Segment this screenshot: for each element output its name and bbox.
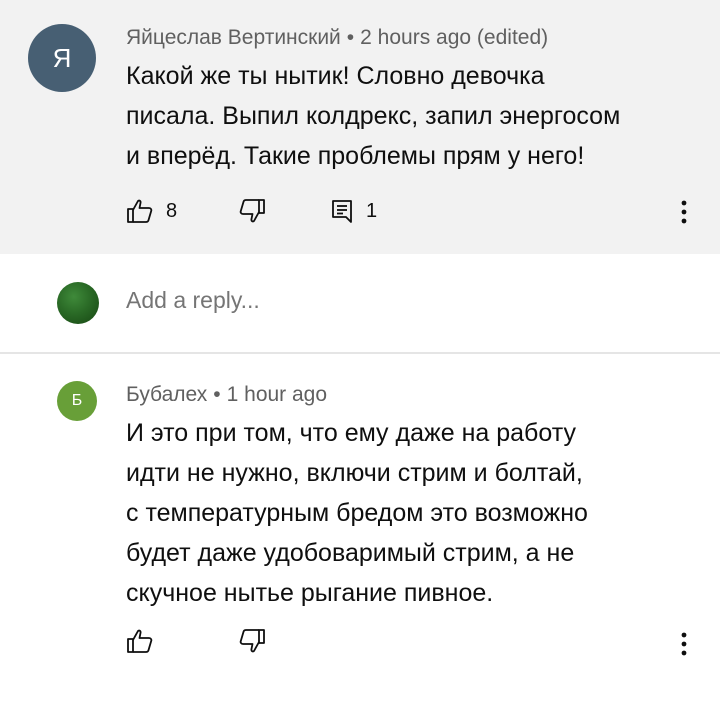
reply-count: 1 [366, 199, 378, 222]
like-count: 8 [166, 199, 178, 222]
reply-composer [0, 254, 720, 354]
reply-button[interactable]: 1 [330, 198, 377, 224]
timestamp[interactable]: 2 hours ago [360, 26, 471, 49]
reply-input[interactable] [126, 287, 422, 314]
more-vert-icon[interactable] [672, 197, 696, 227]
thumb-up-icon [127, 199, 153, 223]
dislike-button[interactable] [238, 198, 330, 224]
avatar[interactable]: Я [28, 24, 96, 92]
like-button[interactable] [126, 628, 238, 654]
timestamp[interactable]: 1 hour ago [227, 383, 327, 406]
comment-meta: Яйцеслав Вертинский • 2 hours ago (edited) [126, 26, 548, 50]
author-name[interactable]: Бубалех [126, 383, 207, 406]
more-vert-icon[interactable] [672, 629, 696, 659]
separator-dot: • [213, 383, 221, 406]
dislike-button[interactable] [238, 628, 330, 654]
separator-dot: • [346, 26, 355, 49]
comment-icon [332, 200, 352, 223]
avatar[interactable]: Б [57, 381, 97, 421]
thumb-down-icon [239, 629, 265, 653]
like-button[interactable]: 8 [126, 198, 238, 224]
comment-text: Какой же ты нытик! Словно девочка писала… [126, 62, 621, 170]
author-name[interactable]: Яйцеслав Вертинский [126, 26, 341, 49]
avatar [57, 282, 99, 324]
comment-actions: 8 1 [126, 196, 377, 226]
comment-meta: Бубалех • 1 hour ago [126, 383, 327, 407]
comment-card: Б Бубалех • 1 hour ago И это при том, что … [0, 356, 720, 709]
edited-label: (edited) [476, 26, 549, 49]
thumb-up-icon [127, 629, 153, 653]
comment-actions [126, 626, 330, 656]
thumb-down-icon [239, 199, 265, 223]
divider [0, 352, 720, 354]
comment-text: И это при том, что ему даже на работу ид… [126, 419, 588, 607]
comment-card: Я Яйцеслав Вертинский • 2 hours ago (edite… [0, 0, 720, 254]
